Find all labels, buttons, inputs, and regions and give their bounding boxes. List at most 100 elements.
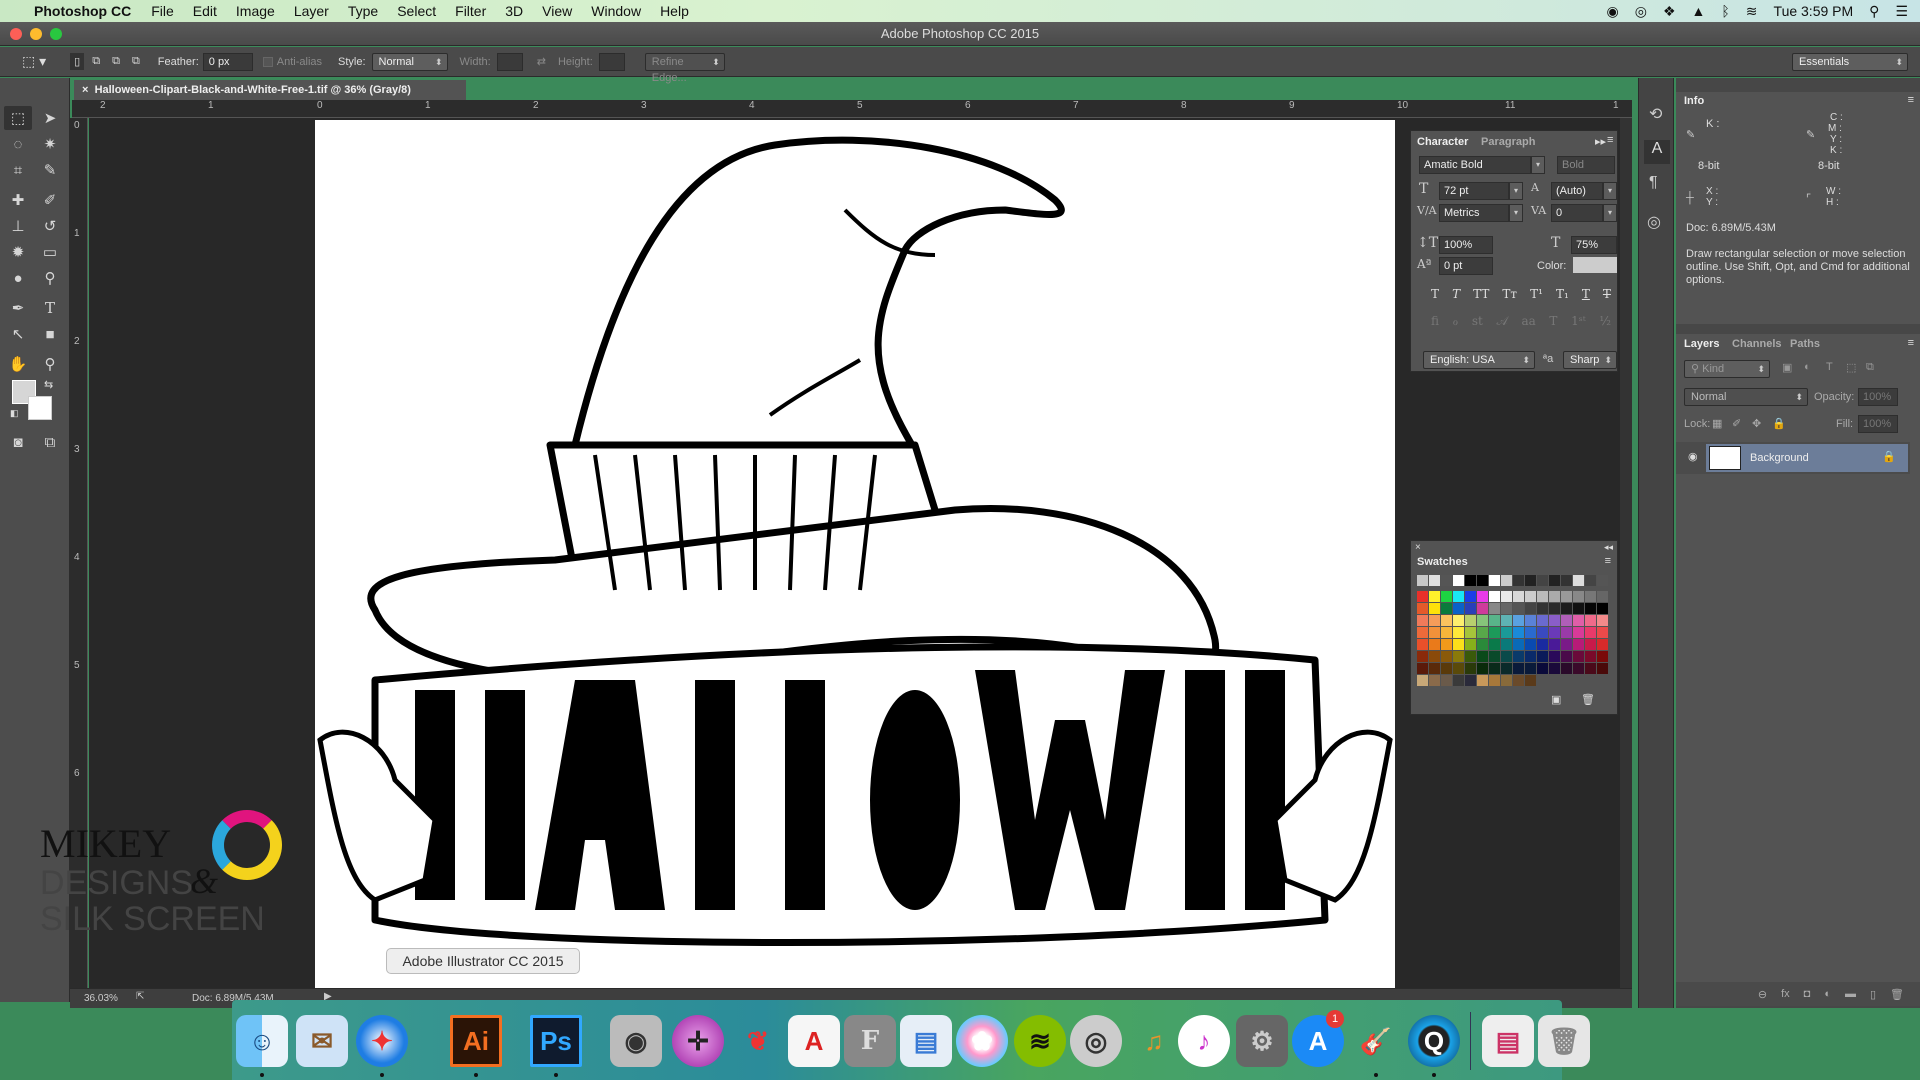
color-swatch[interactable] (1549, 639, 1560, 650)
acrobat-icon[interactable]: A (788, 1015, 840, 1067)
swash-icon[interactable]: 𝒜 (1496, 314, 1507, 329)
blur-tool-icon[interactable]: ● (4, 266, 32, 290)
tab-layers[interactable]: Layers (1684, 338, 1719, 350)
color-swatch[interactable] (1525, 651, 1536, 662)
intersect-selection-icon[interactable]: ⧉ (132, 55, 140, 68)
menu-help[interactable]: Help (660, 3, 689, 19)
color-swatch[interactable] (1465, 627, 1476, 638)
new-selection-icon[interactable]: ▯ (70, 53, 85, 70)
move-tool-icon[interactable]: ➤ (36, 106, 64, 130)
system-preferences-icon[interactable]: ⚙ (1236, 1015, 1288, 1067)
color-swatch[interactable] (1441, 627, 1452, 638)
color-swatch[interactable] (1573, 651, 1584, 662)
marquee-preset-icon[interactable]: ⬚ ▾ (22, 53, 46, 70)
lock-transparent-icon[interactable]: ▦ (1712, 417, 1722, 430)
photoshop-icon[interactable]: Ps (530, 1015, 582, 1067)
color-swatch[interactable] (1561, 575, 1572, 586)
path-selection-tool-icon[interactable]: ↖ (4, 322, 32, 346)
color-swatch[interactable] (1429, 615, 1440, 626)
color-swatch[interactable] (1417, 663, 1428, 674)
color-swatch[interactable] (1453, 615, 1464, 626)
refine-edge-button[interactable]: Refine Edge... (644, 52, 725, 84)
color-swatch[interactable] (1549, 651, 1560, 662)
dodge-tool-icon[interactable]: ⚲ (36, 266, 64, 290)
color-swatch[interactable] (1453, 591, 1464, 602)
sketchup-icon[interactable]: ▤ (900, 1015, 952, 1067)
color-swatch[interactable] (1501, 651, 1512, 662)
panel-menu-icon[interactable]: ≡ (1908, 337, 1914, 349)
vertical-scrollbar[interactable] (1620, 118, 1632, 988)
color-swatch[interactable] (1453, 663, 1464, 674)
color-swatch[interactable] (1597, 603, 1608, 614)
horizontal-ruler[interactable]: 2 1 0 1 2 3 4 5 6 7 8 9 10 11 1 (72, 100, 1632, 118)
wifi-icon[interactable]: ≋ (1746, 3, 1758, 20)
menu-edit[interactable]: Edit (193, 3, 217, 19)
color-swatch[interactable] (1489, 615, 1500, 626)
color-swatch[interactable] (1597, 651, 1608, 662)
menu-image[interactable]: Image (236, 3, 275, 19)
healing-brush-tool-icon[interactable]: ✚ (4, 188, 32, 212)
rectangular-marquee-tool-icon[interactable]: ⬚ (4, 106, 32, 130)
layer-name[interactable]: Background (1750, 452, 1809, 464)
titling-icon[interactable]: T (1549, 314, 1557, 329)
color-swatch[interactable] (1537, 651, 1548, 662)
baseline-shift-input[interactable]: 0 pt (1439, 257, 1493, 275)
history-brush-tool-icon[interactable]: ↺ (36, 214, 64, 238)
width-input[interactable] (496, 52, 523, 71)
color-swatch[interactable] (1441, 639, 1452, 650)
color-swatch[interactable] (1573, 627, 1584, 638)
color-swatch[interactable] (1417, 627, 1428, 638)
color-swatch[interactable] (1477, 615, 1488, 626)
style-select[interactable]: Normal (371, 52, 448, 71)
color-swatch[interactable] (1585, 575, 1596, 586)
color-swatch[interactable] (1417, 651, 1428, 662)
color-swatch[interactable] (1453, 575, 1464, 586)
color-swatch[interactable] (1501, 575, 1512, 586)
color-swatch[interactable] (1537, 591, 1548, 602)
colorsync-icon[interactable]: ❦ (732, 1015, 784, 1067)
leading-dropdown-icon[interactable]: ▾ (1603, 182, 1617, 200)
color-swatch[interactable] (1525, 591, 1536, 602)
font-style-select[interactable]: Bold (1557, 156, 1615, 174)
eraser-tool-icon[interactable]: ✹ (4, 240, 32, 264)
safari-icon[interactable]: ✦ (356, 1015, 408, 1067)
color-swatch[interactable] (1513, 639, 1524, 650)
delete-swatch-icon[interactable]: 🗑 (1581, 693, 1595, 706)
zoom-window-button[interactable] (50, 28, 62, 40)
menu-layer[interactable]: Layer (294, 3, 329, 19)
color-swatch[interactable] (1525, 615, 1536, 626)
visibility-eye-icon[interactable]: ◉ (1688, 450, 1698, 463)
font-family-select[interactable]: Amatic Bold (1419, 156, 1531, 174)
color-swatch[interactable] (1597, 627, 1608, 638)
color-swatch[interactable] (1489, 627, 1500, 638)
color-swatch[interactable] (1429, 651, 1440, 662)
tracking-dropdown-icon[interactable]: ▾ (1603, 204, 1617, 222)
color-swatch[interactable] (1489, 639, 1500, 650)
default-colors-icon[interactable]: ◧ (10, 408, 19, 419)
color-swatch[interactable] (1417, 575, 1428, 586)
itunes-producer-icon[interactable]: ♫ (1128, 1015, 1180, 1067)
color-swatch[interactable] (1537, 627, 1548, 638)
color-swatch[interactable] (1537, 575, 1548, 586)
color-swatch[interactable] (1429, 575, 1440, 586)
color-swatch[interactable] (1573, 603, 1584, 614)
ordinals-icon[interactable]: 1ˢᵗ (1571, 314, 1586, 329)
color-swatch[interactable] (1501, 603, 1512, 614)
color-swatch[interactable] (1501, 663, 1512, 674)
subtract-selection-icon[interactable]: ⧉ (112, 55, 120, 68)
color-swatch[interactable] (1549, 663, 1560, 674)
color-swatch[interactable] (1513, 591, 1524, 602)
layer-filter-select[interactable]: ⚲ Kind (1684, 360, 1770, 378)
color-swatch[interactable] (1561, 603, 1572, 614)
menu-select[interactable]: Select (397, 3, 436, 19)
document-canvas[interactable] (315, 120, 1395, 988)
clock[interactable]: Tue 3:59 PM (1774, 3, 1854, 19)
color-swatch[interactable] (1465, 663, 1476, 674)
color-swatch[interactable] (1429, 591, 1440, 602)
color-swatch[interactable] (1465, 639, 1476, 650)
color-swatch[interactable] (1429, 603, 1440, 614)
swap-colors-icon[interactable]: ⇆ (44, 378, 53, 391)
color-swatch[interactable] (1453, 627, 1464, 638)
color-swatch[interactable] (1513, 675, 1524, 686)
kerning-select[interactable]: Metrics (1439, 204, 1509, 222)
